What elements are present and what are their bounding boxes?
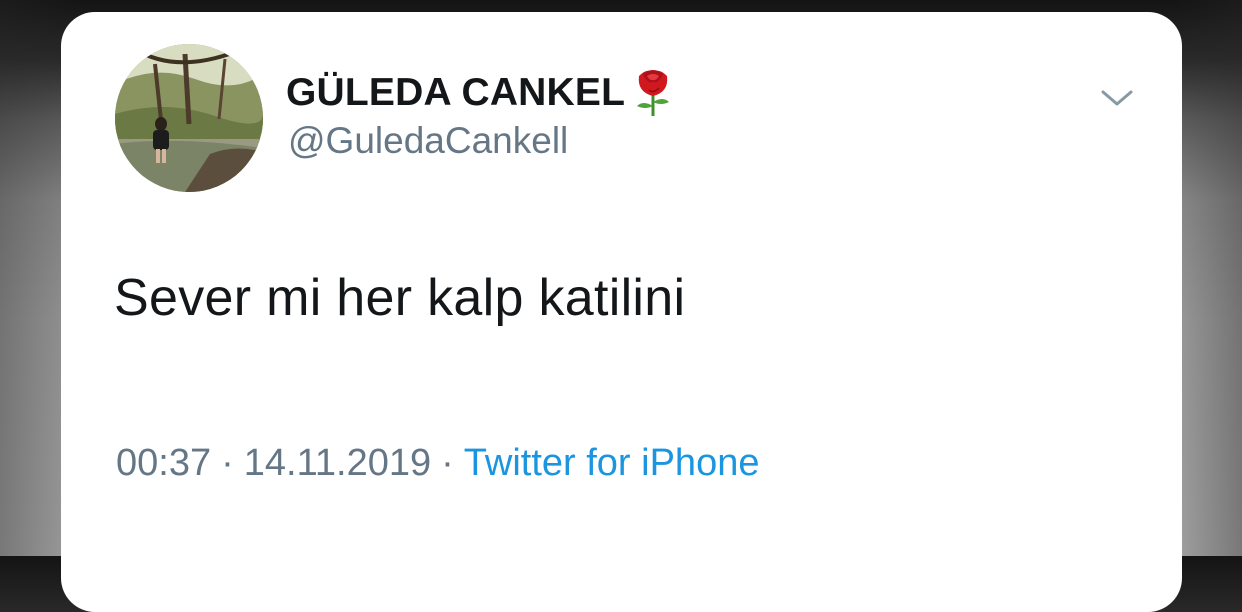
display-name[interactable]: GÜLEDA CANKEL (286, 73, 625, 112)
tweet-date[interactable]: 14.11.2019 (244, 442, 431, 484)
tweet-card[interactable]: GÜLEDA CANKEL @GuledaCankell Sever mi he… (61, 12, 1182, 612)
meta-separator: · (221, 442, 234, 484)
tweet-time[interactable]: 00:37 (116, 442, 211, 484)
tweet-meta: 00:37 · 14.11.2019 · Twitter for iPhone (116, 444, 759, 482)
meta-separator: · (441, 442, 454, 484)
tweet-text: Sever mi her kalp katilini (114, 269, 686, 327)
backdrop-right-shade (1172, 0, 1242, 556)
rose-icon (637, 70, 670, 116)
source-link[interactable]: Twitter for iPhone (464, 442, 760, 484)
chevron-down-icon[interactable] (1097, 82, 1137, 112)
avatar[interactable] (115, 44, 263, 192)
avatar-photo (115, 44, 263, 192)
user-handle[interactable]: @GuledaCankell (288, 122, 568, 159)
display-name-row[interactable]: GÜLEDA CANKEL (286, 64, 677, 120)
